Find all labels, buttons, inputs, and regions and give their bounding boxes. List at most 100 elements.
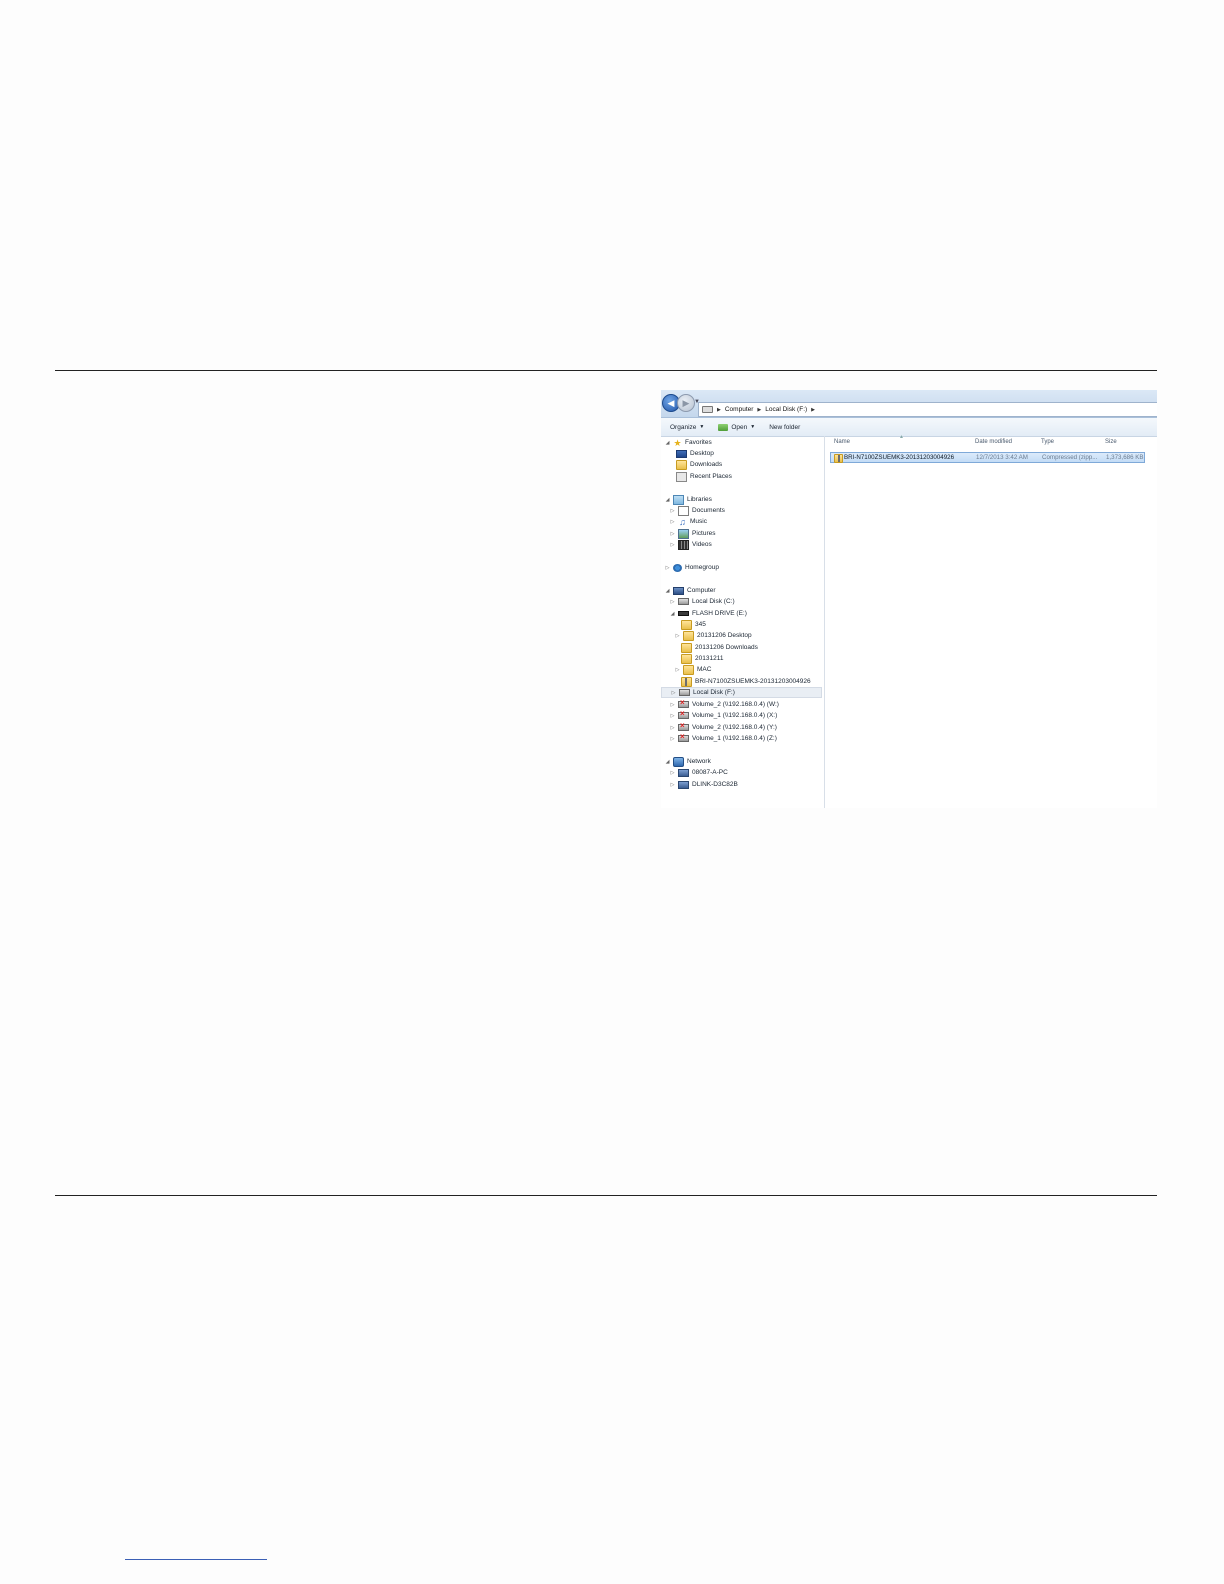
organize-button[interactable]: Organize ▼ [670,424,704,431]
file-row[interactable]: BRI-N7100ZSUEMK3-20131203004926 12/7/201… [830,452,1145,463]
tree-item-zip-folder[interactable]: BRI-N7100ZSUEMK3-20131203004926 [681,676,811,687]
tree-item-label: Volume_2 (\\192.168.0.4) (W:) [692,701,779,708]
tree-item-flash-drive[interactable]: ◢ FLASH DRIVE (E:) [670,608,747,619]
tree-item-homegroup[interactable]: ▷ Homegroup [665,562,719,573]
drive-icon [702,406,713,413]
chevron-right-icon[interactable]: ▶ [811,407,815,413]
collapse-icon[interactable]: ◢ [665,440,670,446]
organize-label: Organize [670,423,697,431]
tree-item-label: Computer [687,587,716,594]
tree-item-folder-20131211[interactable]: 20131211 [681,653,723,664]
expand-icon[interactable]: ▷ [670,736,675,742]
breadcrumb-item-local-disk-f[interactable]: Local Disk (F:) [765,406,807,413]
tree-item-music[interactable]: ▷ ♫ Music [670,516,707,527]
tree-item-downloads[interactable]: Downloads [676,459,722,470]
chevron-right-icon[interactable]: ▶ [757,407,761,413]
tree-item-volume2-w[interactable]: ▷ Volume_2 (\\192.168.0.4) (W:) [670,698,779,710]
navigation-pane[interactable]: ◢ ★ Favorites Desktop Downloads Recent P… [661,436,825,808]
breadcrumb-item-computer[interactable]: Computer [725,406,754,413]
new-folder-label: New folder [769,423,801,431]
tree-item-label: Favorites [685,439,712,446]
arrow-left-icon: ◀ [667,397,675,408]
expand-icon[interactable]: ▷ [671,690,676,696]
tree-item-folder-20131206-downloads[interactable]: 20131206 Downloads [681,642,758,653]
network-icon [673,756,684,767]
tree-item-08087-a-pc[interactable]: ▷ 08087-A-PC [670,767,728,778]
tree-item-label: Libraries [687,496,712,503]
disconnected-network-drive-icon [678,721,689,731]
tree-item-folder-mac[interactable]: ▷ MAC [675,664,711,675]
folder-icon [681,619,692,630]
tree-item-dlink[interactable]: ▷ DLINK-D3C82B [670,779,738,790]
expand-icon[interactable]: ▷ [665,565,670,571]
tree-item-pictures[interactable]: ▷ Pictures [670,528,715,539]
recent-places-icon [676,471,687,482]
disconnected-network-drive-icon [678,698,689,708]
tree-item-label: Music [690,518,707,525]
collapse-icon[interactable]: ◢ [665,759,670,765]
tree-item-volume1-z[interactable]: ▷ Volume_1 (\\192.168.0.4) (Z:) [670,732,777,744]
tree-item-label: Desktop [690,450,714,457]
tree-item-volume2-y[interactable]: ▷ Volume_2 (\\192.168.0.4) (Y:) [670,721,777,733]
expand-icon[interactable]: ▷ [675,667,680,673]
open-button[interactable]: Open ▼ [718,423,755,431]
column-header-date-modified[interactable]: Date modified [975,439,1012,445]
tree-item-folder-345[interactable]: 345 [681,619,706,630]
tree-item-label: 08087-A-PC [692,769,728,776]
expand-icon[interactable]: ▷ [670,713,675,719]
tree-item-label: Recent Places [690,473,732,480]
expand-icon[interactable]: ▷ [670,782,675,788]
tree-item-label: Volume_1 (\\192.168.0.4) (Z:) [692,735,777,742]
hard-drive-icon [679,689,690,696]
tree-item-local-disk-c[interactable]: ▷ Local Disk (C:) [670,596,735,607]
expand-icon[interactable]: ▷ [670,725,675,731]
videos-icon [678,539,689,550]
new-folder-button[interactable]: New folder [769,424,800,431]
folder-icon [683,664,694,675]
tree-item-documents[interactable]: ▷ Documents [670,505,725,516]
expand-icon[interactable]: ▷ [670,542,675,548]
sort-ascending-icon: ▲ [899,434,904,440]
tree-item-label: FLASH DRIVE (E:) [692,610,747,617]
tree-item-local-disk-f[interactable]: ▷ Local Disk (F:) [661,687,822,698]
forward-button[interactable]: ▶ [677,394,695,412]
chevron-right-icon[interactable]: ▶ [717,407,721,413]
collapse-icon[interactable]: ◢ [665,588,670,594]
flash-drive-icon [678,611,689,616]
tree-item-recent-places[interactable]: Recent Places [676,471,732,482]
tree-item-label: DLINK-D3C82B [692,781,738,788]
column-header-name[interactable]: Name [834,439,850,445]
expand-icon[interactable]: ▷ [675,633,680,639]
file-date-modified: 12/7/2013 3:42 AM [976,454,1028,461]
panes: ◢ ★ Favorites Desktop Downloads Recent P… [661,434,1157,808]
expand-icon[interactable]: ▷ [670,519,675,525]
tree-item-folder-20131206-desktop[interactable]: ▷ 20131206 Desktop [675,630,752,641]
chevron-down-icon: ▼ [699,424,705,430]
tree-item-volume1-x[interactable]: ▷ Volume_1 (\\192.168.0.4) (X:) [670,709,778,721]
tree-item-computer[interactable]: ◢ Computer [665,585,716,596]
column-header-size[interactable]: Size [1105,439,1117,445]
expand-icon[interactable]: ▷ [670,508,675,514]
tree-item-videos[interactable]: ▷ Videos [670,539,712,550]
file-list[interactable]: Name ▲ Date modified Type Size BRI-N7100… [825,434,1157,808]
collapse-icon[interactable]: ◢ [665,497,670,503]
expand-icon[interactable]: ▷ [670,599,675,605]
collapse-icon[interactable]: ◢ [670,611,675,617]
folder-icon [683,630,694,641]
footnote-separator [125,1559,267,1560]
pictures-icon [678,528,689,539]
tree-item-libraries[interactable]: ◢ Libraries [665,494,712,505]
chevron-down-icon[interactable]: ▼ [750,424,755,430]
downloads-folder-icon [676,459,687,470]
column-header-type[interactable]: Type [1041,439,1054,445]
disconnected-network-drive-icon [678,709,689,719]
breadcrumb[interactable]: ▶ Computer ▶ Local Disk (F:) ▶ [698,402,1157,417]
tree-item-desktop[interactable]: Desktop [676,448,714,459]
tree-item-network[interactable]: ◢ Network [665,756,711,767]
expand-icon[interactable]: ▷ [670,770,675,776]
expand-icon[interactable]: ▷ [670,702,675,708]
tree-item-label: Downloads [690,461,723,468]
expand-icon[interactable]: ▷ [670,531,675,537]
tree-item-favorites[interactable]: ◢ ★ Favorites [665,437,712,448]
tree-item-label: Volume_1 (\\192.168.0.4) (X:) [692,712,778,719]
